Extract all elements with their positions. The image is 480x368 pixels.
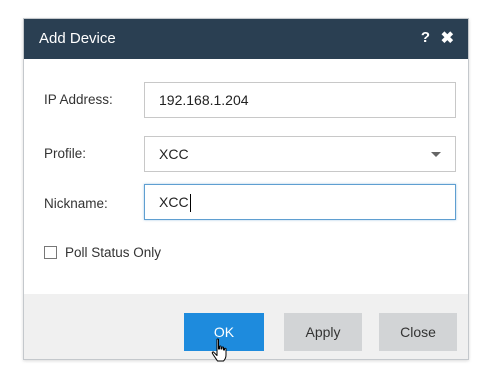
- profile-select[interactable]: XCC: [144, 136, 456, 172]
- nickname-input[interactable]: XCC: [144, 184, 456, 220]
- ip-address-value: 192.168.1.204: [159, 92, 249, 108]
- add-device-dialog: Add Device ? ✖ IP Address: 192.168.1.204…: [23, 18, 469, 362]
- hand-pointer-icon: [211, 338, 227, 362]
- close-icon[interactable]: ✖: [441, 28, 454, 48]
- page: Add Device ? ✖ IP Address: 192.168.1.204…: [0, 0, 480, 368]
- nickname-value: XCC: [159, 194, 189, 210]
- dialog-titlebar: Add Device ? ✖: [24, 19, 468, 59]
- profile-label: Profile:: [44, 146, 87, 161]
- poll-status-only-option[interactable]: Poll Status Only: [44, 245, 161, 260]
- ip-address-label: IP Address:: [44, 92, 113, 107]
- help-icon[interactable]: ?: [421, 29, 430, 46]
- chevron-down-icon: [431, 152, 441, 157]
- dialog-footer: OK Apply Close: [24, 294, 468, 362]
- apply-button[interactable]: Apply: [284, 313, 362, 351]
- nickname-label: Nickname:: [44, 196, 108, 211]
- profile-selected-value: XCC: [159, 146, 189, 162]
- poll-status-only-checkbox[interactable]: [44, 246, 57, 259]
- text-caret: [189, 194, 191, 213]
- ip-address-input[interactable]: 192.168.1.204: [144, 82, 456, 118]
- close-button[interactable]: Close: [379, 313, 457, 351]
- poll-status-only-label: Poll Status Only: [65, 245, 162, 260]
- dialog-title: Add Device: [39, 30, 116, 47]
